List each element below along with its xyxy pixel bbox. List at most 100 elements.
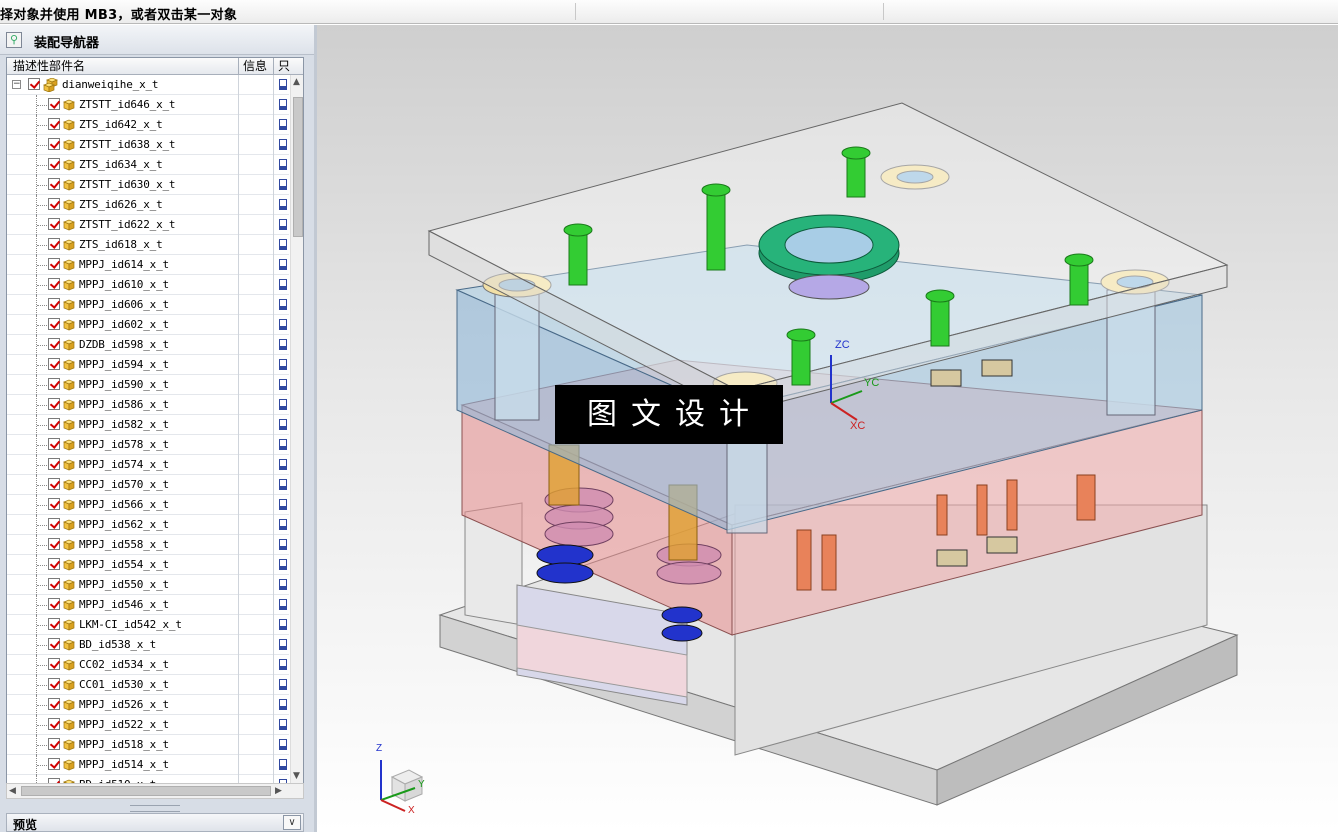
tree-component-row[interactable]: ZTSTT_id622_x_t [7,215,289,235]
assembly-tree[interactable]: 描述性部件名 信息 只 − dianweiqihe_x_t ZTSTT_id64… [6,57,304,784]
visibility-checkbox[interactable] [48,138,60,150]
tree-component-row[interactable]: MPPJ_id558_x_t [7,535,289,555]
tree-component-row[interactable]: LKM-CI_id542_x_t [7,615,289,635]
graphics-viewport[interactable]: ZC YC XC Z Y X 图文设计 [317,25,1338,832]
tree-component-row[interactable]: MPPJ_id566_x_t [7,495,289,515]
component-icon [63,599,75,611]
tree-component-row[interactable]: MPPJ_id586_x_t [7,395,289,415]
visibility-checkbox[interactable] [48,418,60,430]
component-label: MPPJ_id574_x_t [79,458,169,471]
tree-component-row[interactable]: ZTS_id626_x_t [7,195,289,215]
visibility-checkbox[interactable] [48,318,60,330]
tree-component-row[interactable]: MPPJ_id606_x_t [7,295,289,315]
tree-component-row[interactable]: ZTSTT_id646_x_t [7,95,289,115]
tree-component-row[interactable]: MPPJ_id570_x_t [7,475,289,495]
visibility-checkbox[interactable] [28,78,40,90]
visibility-checkbox[interactable] [48,298,60,310]
tree-vertical-scrollbar[interactable]: ▲ ▼ [290,75,303,783]
visibility-checkbox[interactable] [48,658,60,670]
visibility-checkbox[interactable] [48,198,60,210]
visibility-checkbox[interactable] [48,698,60,710]
tree-component-row[interactable]: MPPJ_id582_x_t [7,415,289,435]
panel-splitter-handle[interactable] [130,805,180,812]
tree-component-row[interactable]: MPPJ_id518_x_t [7,735,289,755]
visibility-checkbox[interactable] [48,518,60,530]
visibility-checkbox[interactable] [48,598,60,610]
tree-component-row[interactable]: CC02_id534_x_t [7,655,289,675]
visibility-checkbox[interactable] [48,158,60,170]
component-icon [63,759,75,771]
component-label: LKM-CI_id542_x_t [79,618,182,631]
tree-component-row[interactable]: MPPJ_id514_x_t [7,755,289,775]
visibility-checkbox[interactable] [48,358,60,370]
scroll-up-arrow-icon[interactable]: ▲ [293,77,300,87]
visibility-checkbox[interactable] [48,98,60,110]
tree-component-row[interactable]: ZTS_id642_x_t [7,115,289,135]
visibility-checkbox[interactable] [48,638,60,650]
preview-section-header[interactable]: 预览 ∨ [6,813,304,832]
tree-component-row[interactable]: MPPJ_id562_x_t [7,515,289,535]
component-label: ZTSTT_id646_x_t [79,98,176,111]
component-icon [63,199,75,211]
chevron-down-icon[interactable]: ∨ [283,815,301,830]
collapse-icon[interactable]: − [12,80,21,89]
visibility-checkbox[interactable] [48,118,60,130]
tree-component-row[interactable]: MPPJ_id522_x_t [7,715,289,735]
visibility-checkbox[interactable] [48,338,60,350]
tree-root-row[interactable]: − dianweiqihe_x_t [7,75,289,95]
tree-component-row[interactable]: ZTSTT_id638_x_t [7,135,289,155]
tree-component-row[interactable]: BD_id538_x_t [7,635,289,655]
vertical-scroll-thumb[interactable] [293,97,303,237]
visibility-checkbox[interactable] [48,278,60,290]
tree-component-row[interactable]: ZTSTT_id630_x_t [7,175,289,195]
visibility-checkbox[interactable] [48,678,60,690]
visibility-checkbox[interactable] [48,238,60,250]
visibility-checkbox[interactable] [48,618,60,630]
column-header-info[interactable]: 信息 [243,58,273,74]
tree-component-row[interactable]: MPPJ_id610_x_t [7,275,289,295]
readonly-icon [279,199,287,210]
scroll-right-arrow-icon[interactable]: ▶ [275,786,282,796]
visibility-checkbox[interactable] [48,498,60,510]
visibility-checkbox[interactable] [48,738,60,750]
mold-assembly-model[interactable] [317,25,1338,832]
column-header-readonly[interactable]: 只 [278,58,292,74]
pin-icon[interactable]: ⚲ [6,32,22,48]
visibility-checkbox[interactable] [48,398,60,410]
tree-component-row[interactable]: MPPJ_id602_x_t [7,315,289,335]
tree-horizontal-scrollbar[interactable]: ◀ ▶ [6,783,304,799]
component-icon [63,559,75,571]
tree-component-row[interactable]: MPPJ_id574_x_t [7,455,289,475]
visibility-checkbox[interactable] [48,458,60,470]
tree-component-row[interactable]: CC01_id530_x_t [7,675,289,695]
tree-component-row[interactable]: DZDB_id598_x_t [7,335,289,355]
tree-component-row[interactable]: MPPJ_id614_x_t [7,255,289,275]
visibility-checkbox[interactable] [48,578,60,590]
visibility-checkbox[interactable] [48,538,60,550]
scroll-left-arrow-icon[interactable]: ◀ [9,786,16,796]
component-icon [63,119,75,131]
component-label: ZTS_id626_x_t [79,198,163,211]
visibility-checkbox[interactable] [48,378,60,390]
visibility-checkbox[interactable] [48,758,60,770]
tree-component-row[interactable]: MPPJ_id578_x_t [7,435,289,455]
visibility-checkbox[interactable] [48,218,60,230]
visibility-checkbox[interactable] [48,558,60,570]
tree-component-row[interactable]: ZTS_id634_x_t [7,155,289,175]
tree-component-row[interactable]: MPPJ_id554_x_t [7,555,289,575]
tree-component-row[interactable]: MPPJ_id590_x_t [7,375,289,395]
tree-component-row[interactable]: ZTS_id618_x_t [7,235,289,255]
column-header-name[interactable]: 描述性部件名 [13,58,239,74]
visibility-checkbox[interactable] [48,478,60,490]
tree-component-row[interactable]: MPPJ_id546_x_t [7,595,289,615]
visibility-checkbox[interactable] [48,178,60,190]
readonly-icon [279,79,287,90]
scroll-down-arrow-icon[interactable]: ▼ [293,771,300,781]
horizontal-scroll-thumb[interactable] [21,786,271,796]
visibility-checkbox[interactable] [48,438,60,450]
visibility-checkbox[interactable] [48,718,60,730]
tree-component-row[interactable]: MPPJ_id594_x_t [7,355,289,375]
visibility-checkbox[interactable] [48,258,60,270]
tree-component-row[interactable]: MPPJ_id550_x_t [7,575,289,595]
tree-component-row[interactable]: MPPJ_id526_x_t [7,695,289,715]
